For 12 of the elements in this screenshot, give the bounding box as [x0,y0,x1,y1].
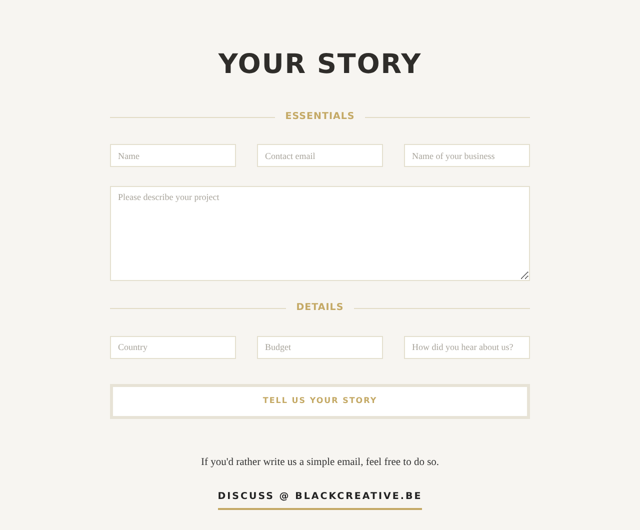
page-title: YOUR STORY [217,48,423,82]
input-field[interactable]: How did you hear about us? [404,336,530,358]
email-link[interactable]: DISCUSS @ BLACKCREATIVE.BE [218,491,422,510]
input-field[interactable]: Budget [257,336,383,358]
section-heading: ESSENTIALS [285,110,355,124]
project-description-field[interactable]: Please describe your project [110,186,530,282]
input-field[interactable]: Contact email [257,144,383,168]
input-field[interactable]: Country [110,336,236,358]
section-heading: DETAILS [296,301,344,316]
input-field[interactable]: Name of your business [404,144,530,168]
input-field[interactable]: Name [110,144,236,168]
email-note: If you'd rather write us a simple email, feel free to do so. [200,456,440,470]
